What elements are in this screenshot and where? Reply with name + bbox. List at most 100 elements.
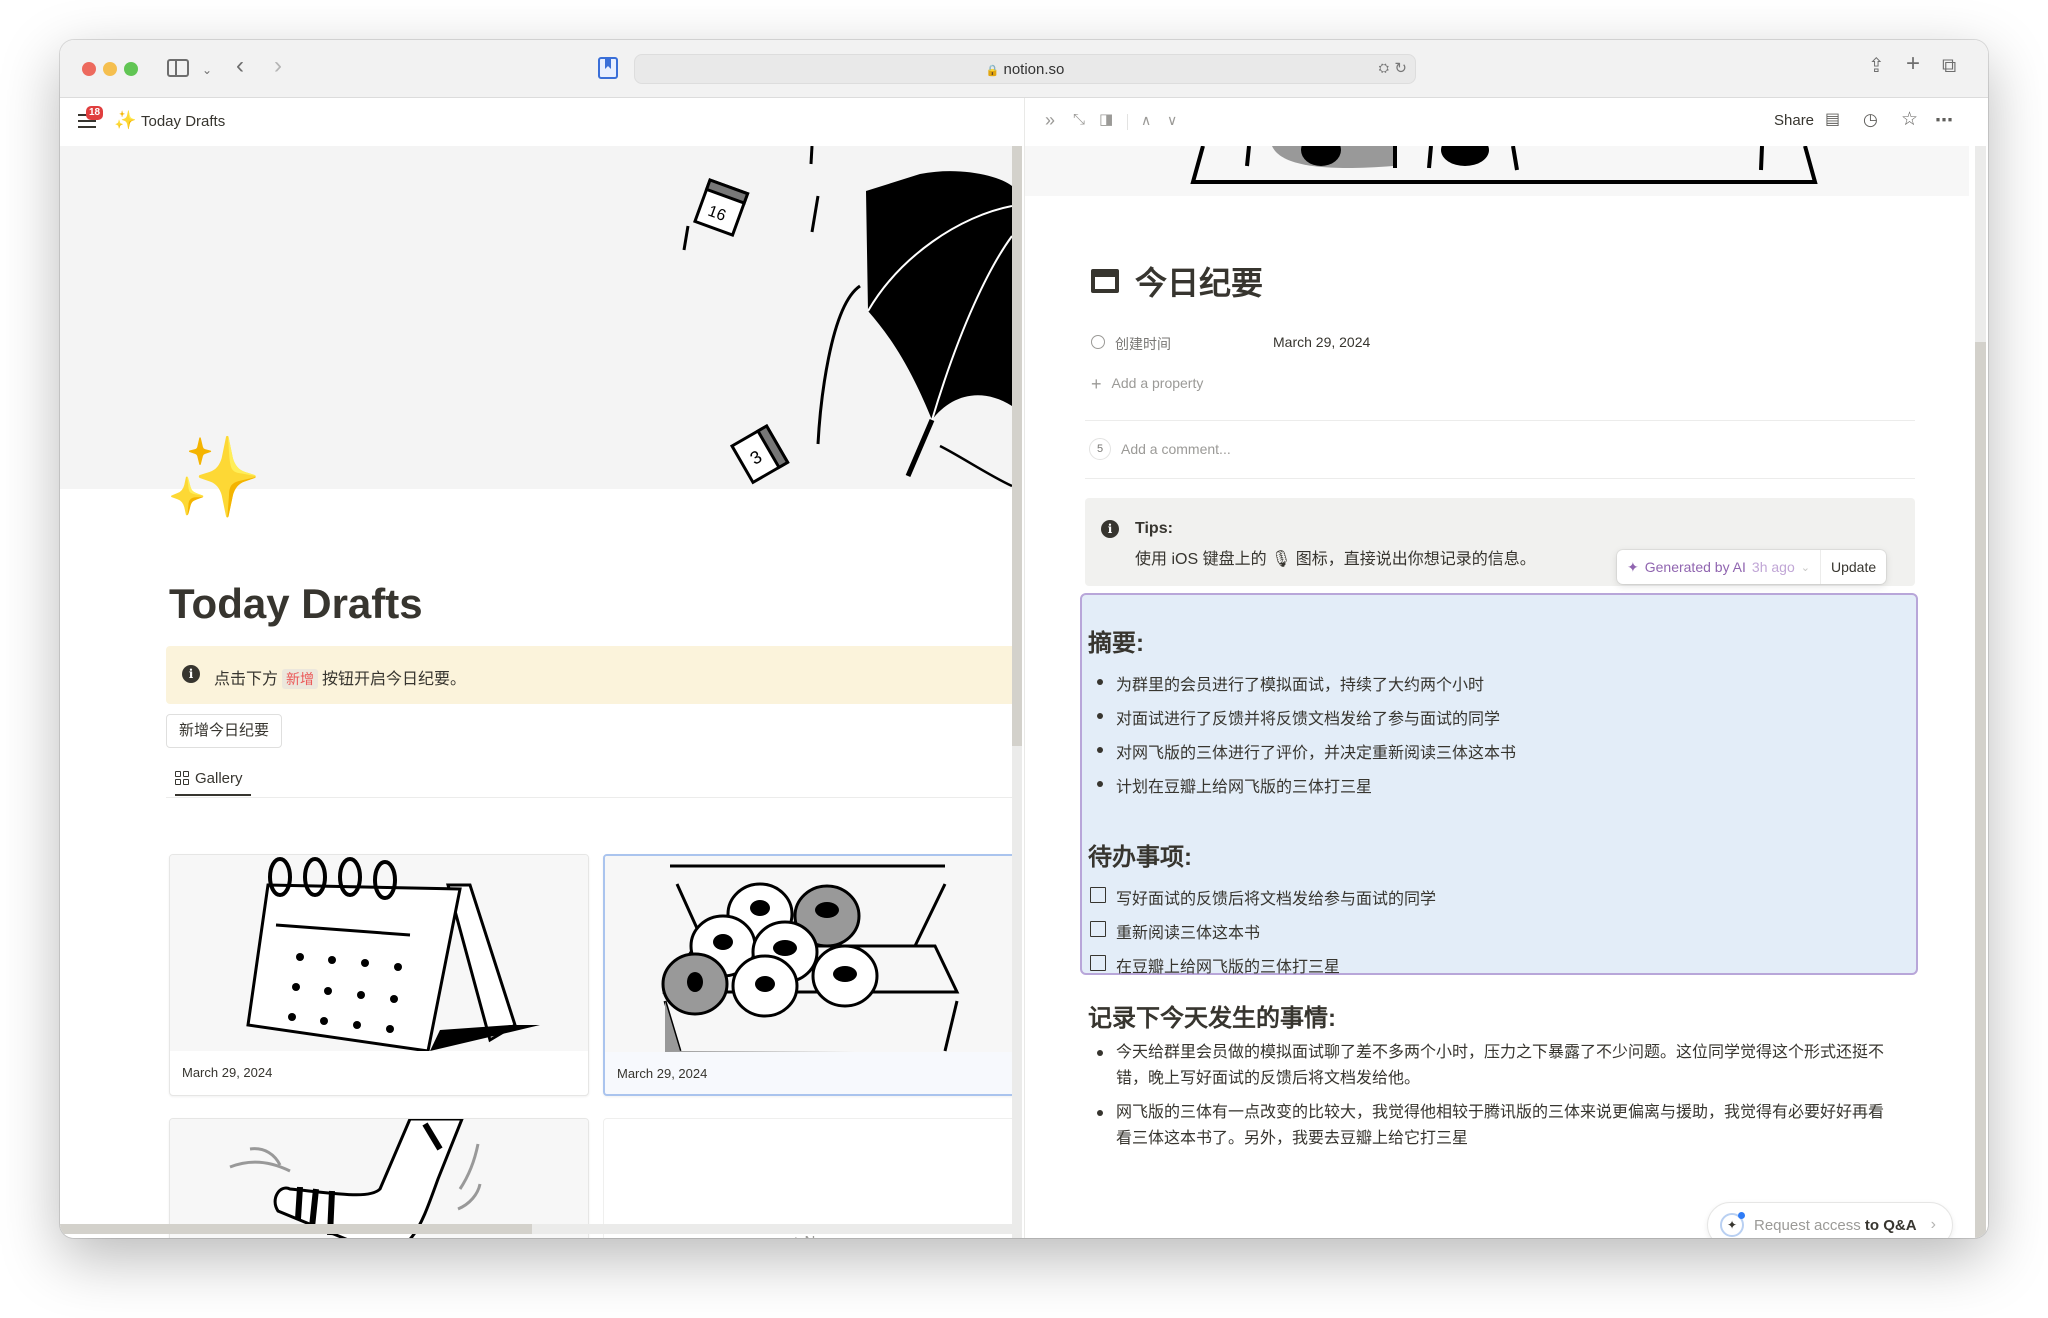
forward-icon[interactable]: › [274, 54, 282, 78]
todo-checkbox[interactable] [1090, 955, 1106, 971]
boomerang-illustration [229, 1119, 482, 1238]
more-options-icon[interactable]: ⋯ [1935, 110, 1953, 130]
desk-calendar-illustration [246, 857, 540, 1051]
summary-item: 为群里的会员进行了模拟面试，持续了大约两个小时 [1088, 671, 1484, 695]
gallery-card-selected[interactable]: March 29, 2024 [603, 854, 1022, 1096]
todo-item: 写好面试的反馈后将文档发给参与面试的同学 [1088, 885, 1436, 909]
donut-box-cover-illustration [1190, 146, 1818, 184]
gallery-icon [175, 771, 189, 785]
request-qa-access-button[interactable]: ✦ Request access to Q&A › [1707, 1202, 1953, 1238]
right-vertical-scrollbar-thumb[interactable] [1975, 146, 1986, 342]
ai-time-ago: 3h ago [1751, 559, 1795, 575]
chevron-down-icon[interactable]: ⌄ [202, 60, 212, 80]
updates-clock-icon[interactable]: ◷ [1863, 110, 1878, 130]
share-icon[interactable]: ⇪ [1868, 56, 1885, 76]
callout-text-after: 按钮开启今日纪要。 [322, 671, 467, 688]
donut-box-illustration [661, 864, 960, 1052]
plus-icon: + [1091, 374, 1102, 394]
new-tab-icon[interactable]: + [1906, 52, 1920, 76]
minimize-window-button[interactable] [103, 62, 117, 76]
todo-checkbox[interactable] [1090, 887, 1106, 903]
record-heading[interactable]: 记录下今天发生的事情: [1088, 998, 1336, 1033]
page-title-row: 今日纪要 [1091, 258, 1263, 304]
close-peek-icon[interactable]: » [1045, 110, 1055, 130]
left-vertical-scrollbar-thumb[interactable] [1012, 146, 1022, 746]
inline-code-new: 新增 [282, 669, 319, 689]
favorite-star-icon[interactable]: ☆ [1901, 110, 1918, 130]
tabs-overview-icon[interactable]: ⧉ [1942, 56, 1956, 76]
page-icon-sparkles[interactable]: ✨ [165, 438, 262, 516]
tips-text-after: 图标，直接说出你想记录的信息。 [1295, 551, 1536, 568]
todo-item: 在豆瓣上给网飞版的三体打三星 [1088, 953, 1340, 977]
ai-sparkle-icon: ✦ [1720, 1212, 1745, 1237]
comment-count-avatar: 5 [1089, 438, 1111, 460]
share-button[interactable]: Share [1774, 112, 1814, 129]
todos-heading: 待办事项: [1088, 844, 1192, 871]
chevron-down-icon: ⌄ [1800, 561, 1810, 574]
calendar-16-icon: 16 [693, 178, 750, 237]
horizontal-scrollbar-thumb[interactable] [60, 1224, 532, 1234]
side-peek-icon[interactable]: ◨ [1099, 110, 1113, 130]
close-window-button[interactable] [82, 62, 96, 76]
back-icon[interactable]: ‹ [236, 54, 244, 78]
sidebar-toggle-icon[interactable] [167, 59, 189, 77]
translate-icon[interactable]: ⛭ [1379, 60, 1389, 76]
clock-icon [1091, 335, 1105, 349]
ai-generated-label: Generated by AI [1644, 559, 1746, 575]
card-thumbnail [605, 856, 1021, 1052]
next-page-icon[interactable]: ∨ [1167, 110, 1177, 130]
info-icon: i [1101, 520, 1119, 538]
property-label: 创建时间 [1115, 336, 1171, 352]
zoom-window-button[interactable] [124, 62, 138, 76]
ai-update-button[interactable]: Update [1819, 550, 1886, 584]
new-card-button[interactable]: + New [603, 1118, 1022, 1238]
tips-title: Tips: [1135, 520, 1173, 537]
summary-heading: 摘要: [1088, 630, 1144, 657]
breadcrumb-title[interactable]: Today Drafts [141, 113, 225, 130]
microphone-icon: 🎙 [1271, 551, 1292, 568]
tab-gallery[interactable]: Gallery [175, 762, 251, 796]
summary-item: 计划在豆瓣上给网飞版的三体打三星 [1088, 773, 1372, 797]
calendar-icon[interactable] [1091, 269, 1119, 293]
ai-block-toolbar: ✦ Generated by AI 3h ago ⌄ Update [1617, 550, 1887, 584]
lock-icon: 🔒 [985, 65, 1000, 77]
reload-icon[interactable]: ↻ [1394, 59, 1407, 77]
tab-divider [166, 797, 1022, 798]
browser-toolbar: ⌄ ‹ › 🔒 notion.so ⛭ ↻ ⇪ + ⧉ [60, 40, 1988, 98]
page-title[interactable]: Today Drafts [169, 580, 423, 628]
property-created-time[interactable]: 创建时间 March 29, 2024 [1091, 332, 1931, 356]
page-cover[interactable] [1025, 146, 1969, 196]
gallery-card[interactable]: March 29, 2024 [169, 854, 589, 1096]
add-property-button[interactable]: + Add a property [1091, 374, 1203, 395]
expand-icon[interactable]: ⤡ [1073, 110, 1085, 130]
previous-page-icon[interactable]: ∧ [1141, 110, 1151, 130]
todo-text: 写好面试的反馈后将文档发给参与面试的同学 [1116, 891, 1437, 908]
bookmark-icon[interactable] [598, 57, 618, 79]
comments-icon[interactable]: ▤ [1825, 110, 1840, 130]
page-title[interactable]: 今日纪要 [1135, 258, 1263, 304]
record-item[interactable]: 今天给群里会员做的模拟面试聊了差不多两个小时，压力之下暴露了不少问题。这位同学觉… [1088, 1040, 1888, 1092]
database-page-pane: 18 ✨ Today Drafts 16 3 ✨ Today Drafts i … [60, 98, 1022, 1238]
tips-text-before: 使用 iOS 键盘上的 [1135, 551, 1267, 568]
card-thumbnail [170, 855, 588, 1051]
todo-checkbox[interactable] [1090, 921, 1106, 937]
left-topbar: 18 ✨ Today Drafts [60, 98, 1022, 146]
ai-generated-dropdown[interactable]: ✦ Generated by AI 3h ago ⌄ [1617, 550, 1820, 584]
instruction-callout: i 点击下方 新增 按钮开启今日纪要。 [166, 646, 1022, 704]
todo-item: 重新阅读三体这本书 [1088, 919, 1260, 943]
calendar-3-icon: 3 [729, 423, 790, 485]
record-item[interactable]: 网飞版的三体有一点改变的比较大，我觉得他相较于腾讯版的三体来说更偏离与援助，我觉… [1088, 1100, 1888, 1152]
divider [1085, 478, 1915, 479]
property-value: March 29, 2024 [1273, 334, 1371, 350]
gallery-card[interactable] [169, 1118, 589, 1238]
address-bar[interactable]: 🔒 notion.so ⛭ ↻ [634, 54, 1416, 84]
comment-input[interactable]: 5 Add a comment... [1089, 438, 1231, 460]
info-icon: i [182, 665, 200, 683]
tab-gallery-label: Gallery [195, 769, 243, 787]
add-today-summary-button[interactable]: 新增今日纪要 [166, 714, 283, 748]
ai-generated-block[interactable]: 摘要: 为群里的会员进行了模拟面试，持续了大约两个小时 对面试进行了反馈并将反馈… [1080, 593, 1918, 977]
callout-text-before: 点击下方 [214, 671, 279, 688]
peek-topbar: » ⤡ ◨ ∧ ∨ Share ▤ ◷ ☆ ⋯ [1025, 98, 1988, 146]
todo-text: 重新阅读三体这本书 [1116, 925, 1261, 942]
ai-sparkle-icon: ✦ [1627, 558, 1639, 575]
